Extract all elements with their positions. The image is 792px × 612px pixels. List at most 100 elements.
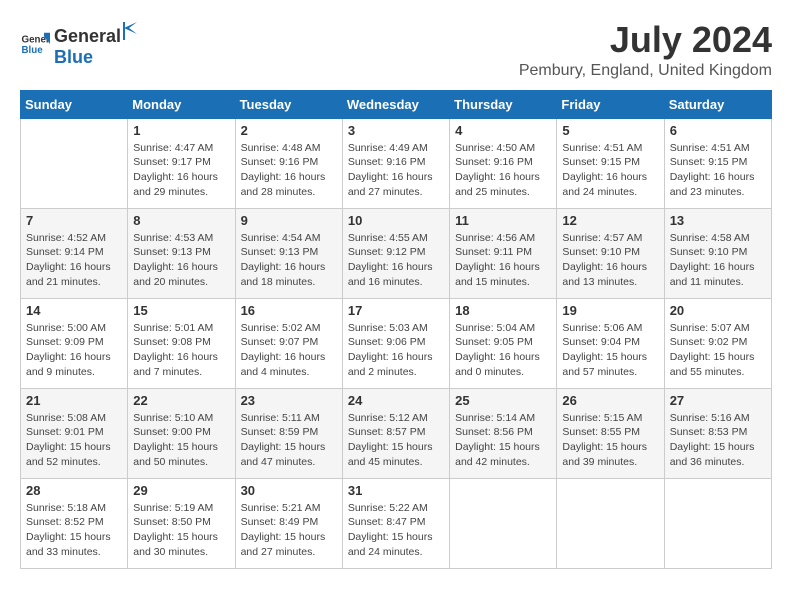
day-info: Sunrise: 5:04 AMSunset: 9:05 PMDaylight:… xyxy=(455,321,551,380)
day-info: Sunrise: 5:00 AMSunset: 9:09 PMDaylight:… xyxy=(26,321,122,380)
calendar-cell: 31 Sunrise: 5:22 AMSunset: 8:47 PMDayligh… xyxy=(342,478,449,568)
day-number: 25 xyxy=(455,393,551,408)
day-info: Sunrise: 5:22 AMSunset: 8:47 PMDaylight:… xyxy=(348,501,444,560)
day-info: Sunrise: 5:16 AMSunset: 8:53 PMDaylight:… xyxy=(670,411,766,470)
day-info: Sunrise: 4:49 AMSunset: 9:16 PMDaylight:… xyxy=(348,141,444,200)
day-info: Sunrise: 4:50 AMSunset: 9:16 PMDaylight:… xyxy=(455,141,551,200)
calendar-week-3: 14 Sunrise: 5:00 AMSunset: 9:09 PMDayligh… xyxy=(21,298,772,388)
day-info: Sunrise: 5:21 AMSunset: 8:49 PMDaylight:… xyxy=(241,501,337,560)
day-number: 22 xyxy=(133,393,229,408)
header-saturday: Saturday xyxy=(664,90,771,118)
calendar-cell xyxy=(557,478,664,568)
calendar-cell: 18Sunrise: 5:04 AMSunset: 9:05 PMDayligh… xyxy=(450,298,557,388)
day-number: 1 xyxy=(133,123,229,138)
day-info: Sunrise: 5:07 AMSunset: 9:02 PMDaylight:… xyxy=(670,321,766,380)
day-info: Sunrise: 4:51 AMSunset: 9:15 PMDaylight:… xyxy=(562,141,658,200)
calendar-cell: 17Sunrise: 5:03 AMSunset: 9:06 PMDayligh… xyxy=(342,298,449,388)
day-info: Sunrise: 5:08 AMSunset: 9:01 PMDaylight:… xyxy=(26,411,122,470)
calendar-cell: 27 Sunrise: 5:16 AMSunset: 8:53 PMDayligh… xyxy=(664,388,771,478)
logo-blue-text: Blue xyxy=(54,47,93,67)
day-info: Sunrise: 4:51 AMSunset: 9:15 PMDaylight:… xyxy=(670,141,766,200)
day-number: 28 xyxy=(26,483,122,498)
calendar-cell xyxy=(664,478,771,568)
day-info: Sunrise: 4:56 AMSunset: 9:11 PMDaylight:… xyxy=(455,231,551,290)
calendar-cell: 22 Sunrise: 5:10 AMSunset: 9:00 PMDayligh… xyxy=(128,388,235,478)
day-number: 16 xyxy=(241,303,337,318)
calendar-cell: 21 Sunrise: 5:08 AMSunset: 9:01 PMDayligh… xyxy=(21,388,128,478)
day-info: Sunrise: 4:58 AMSunset: 9:10 PMDaylight:… xyxy=(670,231,766,290)
day-info: Sunrise: 5:18 AMSunset: 8:52 PMDaylight:… xyxy=(26,501,122,560)
title-block: July 2024 Pembury, England, United Kingd… xyxy=(519,20,772,80)
calendar-cell: 9Sunrise: 4:54 AMSunset: 9:13 PMDaylight… xyxy=(235,208,342,298)
calendar-cell: 20 Sunrise: 5:07 AMSunset: 9:02 PMDayligh… xyxy=(664,298,771,388)
day-number: 20 xyxy=(670,303,766,318)
calendar-cell: 4 Sunrise: 4:50 AMSunset: 9:16 PMDaylight… xyxy=(450,118,557,208)
header-monday: Monday xyxy=(128,90,235,118)
calendar-cell: 26Sunrise: 5:15 AMSunset: 8:55 PMDayligh… xyxy=(557,388,664,478)
header-wednesday: Wednesday xyxy=(342,90,449,118)
calendar-cell: 2 Sunrise: 4:48 AMSunset: 9:16 PMDaylight… xyxy=(235,118,342,208)
calendar-cell: 5 Sunrise: 4:51 AMSunset: 9:15 PMDaylight… xyxy=(557,118,664,208)
calendar-cell: 25 Sunrise: 5:14 AMSunset: 8:56 PMDayligh… xyxy=(450,388,557,478)
day-info: Sunrise: 4:47 AMSunset: 9:17 PMDaylight:… xyxy=(133,141,229,200)
day-info: Sunrise: 4:55 AMSunset: 9:12 PMDaylight:… xyxy=(348,231,444,290)
calendar-cell: 12 Sunrise: 4:57 AMSunset: 9:10 PMDayligh… xyxy=(557,208,664,298)
day-number: 26 xyxy=(562,393,658,408)
day-number: 13 xyxy=(670,213,766,228)
day-number: 6 xyxy=(670,123,766,138)
calendar-cell: 13 Sunrise: 4:58 AMSunset: 9:10 PMDayligh… xyxy=(664,208,771,298)
header-tuesday: Tuesday xyxy=(235,90,342,118)
calendar-week-2: 7Sunrise: 4:52 AMSunset: 9:14 PMDaylight… xyxy=(21,208,772,298)
day-number: 2 xyxy=(241,123,337,138)
calendar-cell: 19 Sunrise: 5:06 AMSunset: 9:04 PMDayligh… xyxy=(557,298,664,388)
logo-icon: General Blue xyxy=(20,29,50,59)
day-info: Sunrise: 4:57 AMSunset: 9:10 PMDaylight:… xyxy=(562,231,658,290)
calendar-cell: 24 Sunrise: 5:12 AMSunset: 8:57 PMDayligh… xyxy=(342,388,449,478)
calendar-cell: 15 Sunrise: 5:01 AMSunset: 9:08 PMDayligh… xyxy=(128,298,235,388)
calendar-cell: 29Sunrise: 5:19 AMSunset: 8:50 PMDayligh… xyxy=(128,478,235,568)
day-info: Sunrise: 4:53 AMSunset: 9:13 PMDaylight:… xyxy=(133,231,229,290)
header-sunday: Sunday xyxy=(21,90,128,118)
day-number: 30 xyxy=(241,483,337,498)
calendar-cell: 14 Sunrise: 5:00 AMSunset: 9:09 PMDayligh… xyxy=(21,298,128,388)
calendar-cell: 28 Sunrise: 5:18 AMSunset: 8:52 PMDayligh… xyxy=(21,478,128,568)
calendar-cell: 3Sunrise: 4:49 AMSunset: 9:16 PMDaylight… xyxy=(342,118,449,208)
calendar-cell xyxy=(450,478,557,568)
header-friday: Friday xyxy=(557,90,664,118)
day-info: Sunrise: 5:14 AMSunset: 8:56 PMDaylight:… xyxy=(455,411,551,470)
day-number: 12 xyxy=(562,213,658,228)
day-info: Sunrise: 5:01 AMSunset: 9:08 PMDaylight:… xyxy=(133,321,229,380)
day-number: 8 xyxy=(133,213,229,228)
day-number: 4 xyxy=(455,123,551,138)
day-number: 24 xyxy=(348,393,444,408)
day-info: Sunrise: 5:06 AMSunset: 9:04 PMDaylight:… xyxy=(562,321,658,380)
day-number: 10 xyxy=(348,213,444,228)
day-number: 31 xyxy=(348,483,444,498)
day-info: Sunrise: 5:12 AMSunset: 8:57 PMDaylight:… xyxy=(348,411,444,470)
day-number: 5 xyxy=(562,123,658,138)
day-info: Sunrise: 4:54 AMSunset: 9:13 PMDaylight:… xyxy=(241,231,337,290)
calendar-cell: 16Sunrise: 5:02 AMSunset: 9:07 PMDayligh… xyxy=(235,298,342,388)
day-number: 29 xyxy=(133,483,229,498)
day-number: 14 xyxy=(26,303,122,318)
location-subtitle: Pembury, England, United Kingdom xyxy=(519,62,772,80)
month-year-title: July 2024 xyxy=(519,20,772,60)
day-number: 21 xyxy=(26,393,122,408)
calendar-cell: 30 Sunrise: 5:21 AMSunset: 8:49 PMDayligh… xyxy=(235,478,342,568)
calendar-cell: 10 Sunrise: 4:55 AMSunset: 9:12 PMDayligh… xyxy=(342,208,449,298)
day-number: 15 xyxy=(133,303,229,318)
calendar-cell: 1 Sunrise: 4:47 AMSunset: 9:17 PMDaylight… xyxy=(128,118,235,208)
calendar-cell: 8 Sunrise: 4:53 AMSunset: 9:13 PMDaylight… xyxy=(128,208,235,298)
day-number: 19 xyxy=(562,303,658,318)
calendar-week-5: 28 Sunrise: 5:18 AMSunset: 8:52 PMDayligh… xyxy=(21,478,772,568)
calendar-cell: 7Sunrise: 4:52 AMSunset: 9:14 PMDaylight… xyxy=(21,208,128,298)
day-number: 27 xyxy=(670,393,766,408)
day-info: Sunrise: 5:03 AMSunset: 9:06 PMDaylight:… xyxy=(348,321,444,380)
day-info: Sunrise: 5:11 AMSunset: 8:59 PMDaylight:… xyxy=(241,411,337,470)
day-number: 23 xyxy=(241,393,337,408)
logo-general-text: General xyxy=(54,26,121,47)
page-header: General Blue General Blue July 2024 Pemb… xyxy=(20,20,772,80)
day-info: Sunrise: 5:10 AMSunset: 9:00 PMDaylight:… xyxy=(133,411,229,470)
calendar-cell: 23 Sunrise: 5:11 AMSunset: 8:59 PMDayligh… xyxy=(235,388,342,478)
day-info: Sunrise: 4:48 AMSunset: 9:16 PMDaylight:… xyxy=(241,141,337,200)
